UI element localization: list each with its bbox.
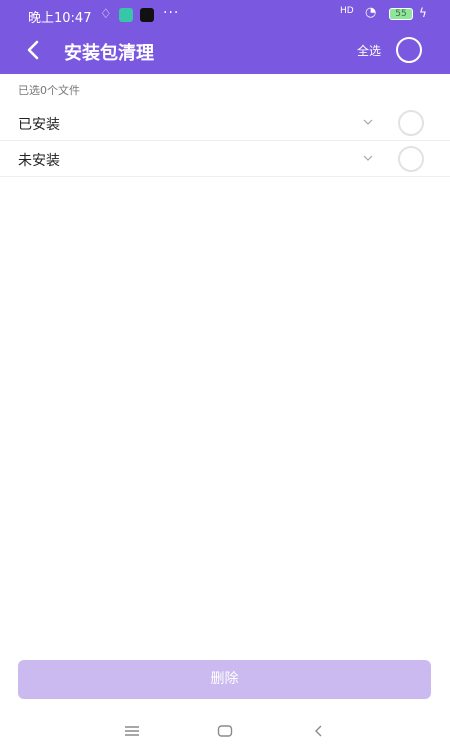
select-all-radio[interactable]	[396, 37, 422, 63]
home-icon[interactable]	[215, 721, 235, 741]
app-notification-icon	[119, 8, 133, 22]
group-title: 已安装	[18, 117, 60, 133]
menu-icon[interactable]	[122, 721, 142, 741]
page-title: 安装包清理	[64, 43, 154, 64]
toolbar: 安装包清理 全选	[0, 30, 450, 74]
more-notifications-icon: ···	[163, 5, 180, 21]
group-title: 未安装	[18, 153, 60, 169]
group-select-radio[interactable]	[398, 110, 424, 136]
wifi-icon: ◔	[365, 5, 377, 20]
tiktok-icon	[140, 8, 154, 22]
delete-button[interactable]: 删除	[18, 660, 431, 699]
select-all-label[interactable]: 全选	[357, 42, 381, 59]
chevron-left-icon[interactable]	[22, 38, 46, 62]
selected-count: 已选0个文件	[18, 84, 80, 97]
battery-icon: 55	[389, 8, 413, 20]
status-bar: 晚上10:47 ♢ ··· HD ◔ 55 ϟ	[0, 0, 450, 30]
chevron-down-icon[interactable]	[363, 153, 373, 163]
chevron-down-icon[interactable]	[363, 117, 373, 127]
charging-icon: ϟ	[419, 6, 427, 20]
app-header: 晚上10:47 ♢ ··· HD ◔ 55 ϟ 安装包清理 全选	[0, 0, 450, 74]
notification-icon: ♢	[100, 7, 112, 22]
status-time: 晚上10:47	[28, 11, 92, 26]
system-nav-bar	[0, 712, 450, 750]
network-indicator: HD	[340, 6, 354, 16]
group-select-radio[interactable]	[398, 146, 424, 172]
back-icon[interactable]	[309, 721, 329, 741]
group-row-installed[interactable]: 已安装	[0, 105, 450, 141]
group-row-not-installed[interactable]: 未安装	[0, 141, 450, 177]
